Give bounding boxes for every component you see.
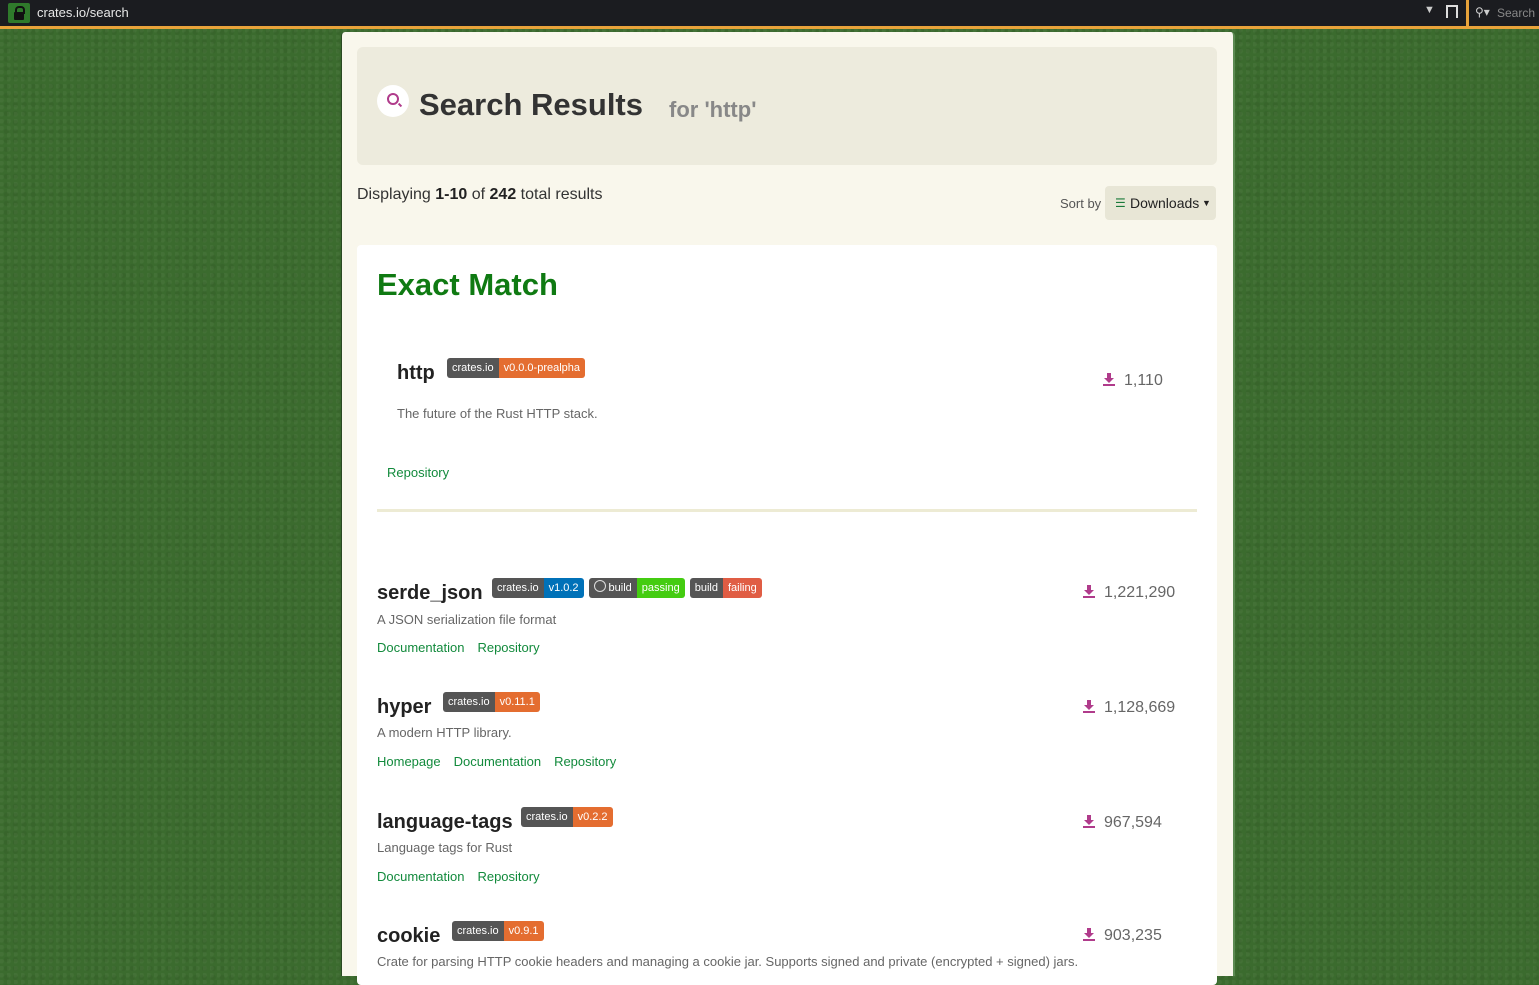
lock-icon[interactable] <box>8 3 30 23</box>
browser-toolbar: crates.io/search ▼ ⚲▾ Search <box>0 0 1539 29</box>
page-container: Search Results for 'http' Displaying 1-1… <box>341 32 1235 985</box>
crate-description: Language tags for Rust <box>377 840 513 855</box>
homepage-link[interactable]: Homepage <box>377 754 441 769</box>
crate-name[interactable]: cookie <box>377 925 440 948</box>
download-count: 1,128,669 <box>1083 699 1175 717</box>
browser-search-box[interactable]: ⚲▾ Search <box>1466 0 1539 26</box>
badge-list: crates.io v0.2.2 <box>521 807 613 827</box>
repository-link[interactable]: Repository <box>477 869 539 884</box>
search-header: Search Results for 'http' <box>357 47 1217 165</box>
download-icon <box>1083 928 1095 941</box>
download-icon <box>1083 815 1095 828</box>
crate-row: cookie crates.io v0.9.1 Crate for parsing… <box>377 921 1197 985</box>
section-divider <box>377 509 1197 512</box>
version-badge[interactable]: crates.io v0.9.1 <box>452 921 544 941</box>
sort-label: Sort by <box>1060 196 1102 211</box>
page-title: Search Results <box>419 87 643 122</box>
download-count: 1,221,290 <box>1083 584 1175 602</box>
version-badge[interactable]: crates.io v0.2.2 <box>521 807 613 827</box>
results-panel: Exact Match http crates.io v0.0.0-prealph… <box>357 245 1217 985</box>
download-icon <box>1083 700 1095 713</box>
download-count: 1,110 <box>1103 372 1163 390</box>
sort-dropdown[interactable]: ☰ Downloads ▼ <box>1105 186 1216 220</box>
repository-link[interactable]: Repository <box>477 640 539 655</box>
crate-row: serde_json crates.io v1.0.2 build passing … <box>377 578 1197 672</box>
browser-search-placeholder: Search <box>1497 6 1536 20</box>
crate-name[interactable]: hyper <box>377 696 431 719</box>
crate-links: Repository <box>387 465 462 480</box>
crate-description: A modern HTTP library. <box>377 725 512 740</box>
build-status-badge[interactable]: build passing <box>588 578 685 598</box>
badge-list: crates.io v0.9.1 <box>452 921 544 941</box>
crate-links: Homepage Documentation Repository <box>377 754 629 769</box>
crate-description: A JSON serialization file format <box>377 612 557 627</box>
crate-description: The future of the Rust HTTP stack. <box>397 406 598 421</box>
download-count: 903,235 <box>1083 927 1162 945</box>
badge-list: crates.io v1.0.2 build passing build failin… <box>492 578 762 598</box>
bookmark-icon[interactable] <box>1446 5 1458 20</box>
download-count: 967,594 <box>1083 814 1162 832</box>
crate-description: Crate for parsing HTTP cookie headers an… <box>377 954 1079 969</box>
sort-value: Downloads <box>1130 195 1200 211</box>
search-icon <box>377 85 409 117</box>
badge-list: crates.io v0.0.0-prealpha <box>447 358 586 378</box>
badge-list: crates.io v0.11.1 <box>443 692 540 712</box>
download-icon <box>1103 373 1115 386</box>
url-dropdown-icon[interactable]: ▼ <box>1424 4 1435 16</box>
crate-links: Documentation Repository <box>377 869 553 884</box>
crate-row: language-tags crates.io v0.2.2 Language t… <box>377 807 1197 901</box>
exact-match-crate: http crates.io v0.0.0-prealpha The future… <box>387 358 1197 492</box>
repository-link[interactable]: Repository <box>387 465 449 480</box>
repository-link[interactable]: Repository <box>554 754 616 769</box>
crate-name[interactable]: http <box>397 362 435 385</box>
build-status-badge[interactable]: build failing <box>689 578 762 598</box>
version-badge[interactable]: crates.io v0.0.0-prealpha <box>447 358 586 378</box>
documentation-link[interactable]: Documentation <box>377 640 464 655</box>
github-icon <box>593 580 606 592</box>
exact-match-heading: Exact Match <box>377 267 558 302</box>
caret-down-icon: ▼ <box>1202 198 1211 208</box>
version-badge[interactable]: crates.io v0.11.1 <box>443 692 540 712</box>
download-icon <box>1083 585 1095 598</box>
list-icon: ☰ <box>1115 196 1126 210</box>
results-summary: Displaying 1-10 of 242 total results <box>357 186 603 203</box>
documentation-link[interactable]: Documentation <box>377 869 464 884</box>
documentation-link[interactable]: Documentation <box>454 754 541 769</box>
crate-row: hyper crates.io v0.11.1 A modern HTTP lib… <box>377 692 1197 786</box>
crate-name[interactable]: serde_json <box>377 582 483 605</box>
search-icon: ⚲▾ <box>1475 5 1490 19</box>
crate-name[interactable]: language-tags <box>377 811 513 834</box>
address-bar[interactable]: crates.io/search <box>37 5 129 20</box>
crate-links: Documentation Repository <box>377 640 553 655</box>
version-badge[interactable]: crates.io v1.0.2 <box>492 578 584 598</box>
search-query: for 'http' <box>669 97 757 122</box>
